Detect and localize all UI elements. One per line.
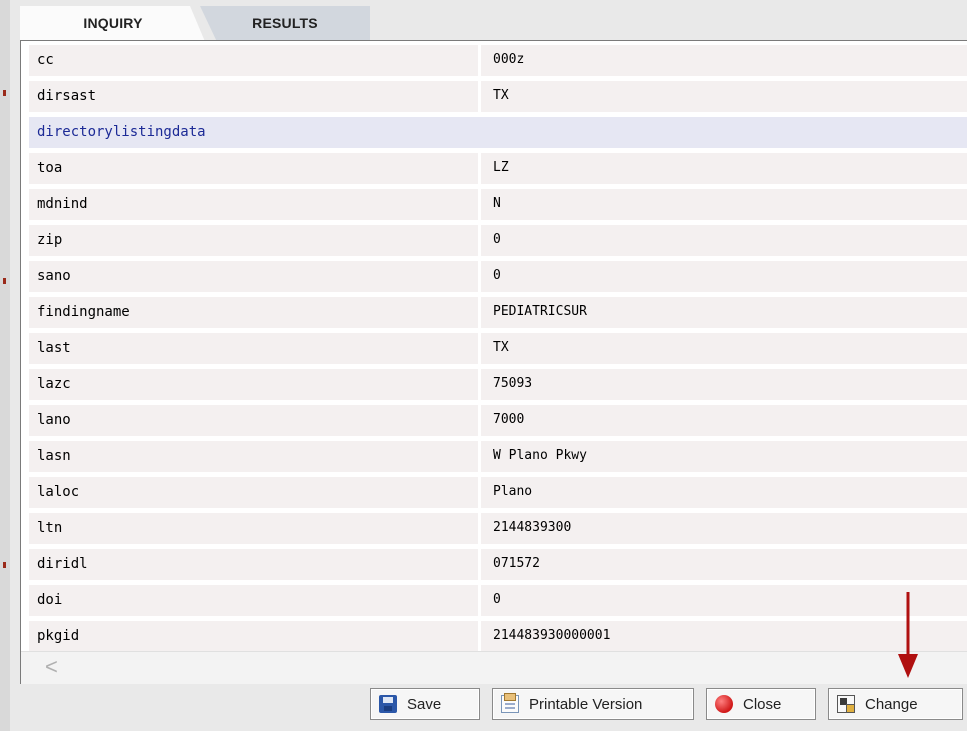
- table-row: lasn W Plano Pkwy: [29, 441, 967, 472]
- horizontal-scrollbar[interactable]: <: [21, 651, 967, 684]
- table-row: mdnind N: [29, 189, 967, 220]
- table-row: toa LZ: [29, 153, 967, 184]
- field-name: findingname: [29, 297, 481, 328]
- table-row: laloc Plano: [29, 477, 967, 508]
- close-icon: [715, 695, 733, 713]
- section-title: directorylistingdata: [29, 117, 967, 148]
- field-name: ltn: [29, 513, 481, 544]
- edge-marker: [3, 90, 6, 96]
- field-name: mdnind: [29, 189, 481, 220]
- field-name: sano: [29, 261, 481, 292]
- field-name: lano: [29, 405, 481, 436]
- field-value: 7000: [481, 405, 967, 436]
- section-header-row: directorylistingdata: [29, 117, 967, 148]
- field-value: 214483930000001: [481, 621, 967, 651]
- window-left-edge: [0, 0, 10, 731]
- table-row: lazc 75093: [29, 369, 967, 400]
- table-row: dirsast TX: [29, 81, 967, 112]
- close-button-label: Close: [743, 695, 782, 713]
- table-row: doi 0: [29, 585, 967, 616]
- table-row: ltn 2144839300: [29, 513, 967, 544]
- field-name: zip: [29, 225, 481, 256]
- field-value: 071572: [481, 549, 967, 580]
- edge-marker: [3, 278, 6, 284]
- save-button[interactable]: Save: [370, 688, 480, 720]
- results-table: cc 000z dirsast TX directorylistingdata toa LZ…: [29, 41, 967, 651]
- table-row: sano 0: [29, 261, 967, 292]
- field-name: dirsast: [29, 81, 481, 112]
- table-row: findingname PEDIATRICSUR: [29, 297, 967, 328]
- field-value: TX: [481, 81, 967, 112]
- scroll-left-arrow[interactable]: <: [45, 654, 58, 680]
- results-panel: cc 000z dirsast TX directorylistingdata toa LZ…: [20, 40, 967, 684]
- field-name: last: [29, 333, 481, 364]
- tab-results[interactable]: RESULTS: [200, 6, 370, 44]
- save-button-label: Save: [407, 695, 442, 713]
- field-value: N: [481, 189, 967, 220]
- printer-icon: [501, 693, 519, 713]
- printable-version-label: Printable Version: [529, 695, 643, 713]
- tab-inquiry[interactable]: INQUIRY: [20, 6, 206, 44]
- change-icon: [837, 695, 855, 713]
- table-row: diridl 071572: [29, 549, 967, 580]
- red-arrow-annotation: [898, 592, 918, 678]
- field-value: W Plano Pkwy: [481, 441, 967, 472]
- close-button[interactable]: Close: [706, 688, 816, 720]
- printable-version-button[interactable]: Printable Version: [492, 688, 694, 720]
- field-value: LZ: [481, 153, 967, 184]
- table-row: zip 0: [29, 225, 967, 256]
- field-value: PEDIATRICSUR: [481, 297, 967, 328]
- field-value: 0: [481, 225, 967, 256]
- field-name: cc: [29, 45, 481, 76]
- save-icon: [379, 695, 397, 713]
- field-name: laloc: [29, 477, 481, 508]
- field-value: TX: [481, 333, 967, 364]
- field-value: 000z: [481, 45, 967, 76]
- field-value: Plano: [481, 477, 967, 508]
- field-value: 0: [481, 261, 967, 292]
- field-name: lasn: [29, 441, 481, 472]
- table-row: lano 7000: [29, 405, 967, 436]
- field-name: doi: [29, 585, 481, 616]
- table-row: last TX: [29, 333, 967, 364]
- table-row: cc 000z: [29, 45, 967, 76]
- field-name: diridl: [29, 549, 481, 580]
- change-button-label: Change: [865, 695, 918, 713]
- field-value: 75093: [481, 369, 967, 400]
- change-button[interactable]: Change: [828, 688, 963, 720]
- field-name: pkgid: [29, 621, 481, 651]
- field-name: lazc: [29, 369, 481, 400]
- field-value: 0: [481, 585, 967, 616]
- field-value: 2144839300: [481, 513, 967, 544]
- table-row: pkgid 214483930000001: [29, 621, 967, 651]
- field-name: toa: [29, 153, 481, 184]
- edge-marker: [3, 562, 6, 568]
